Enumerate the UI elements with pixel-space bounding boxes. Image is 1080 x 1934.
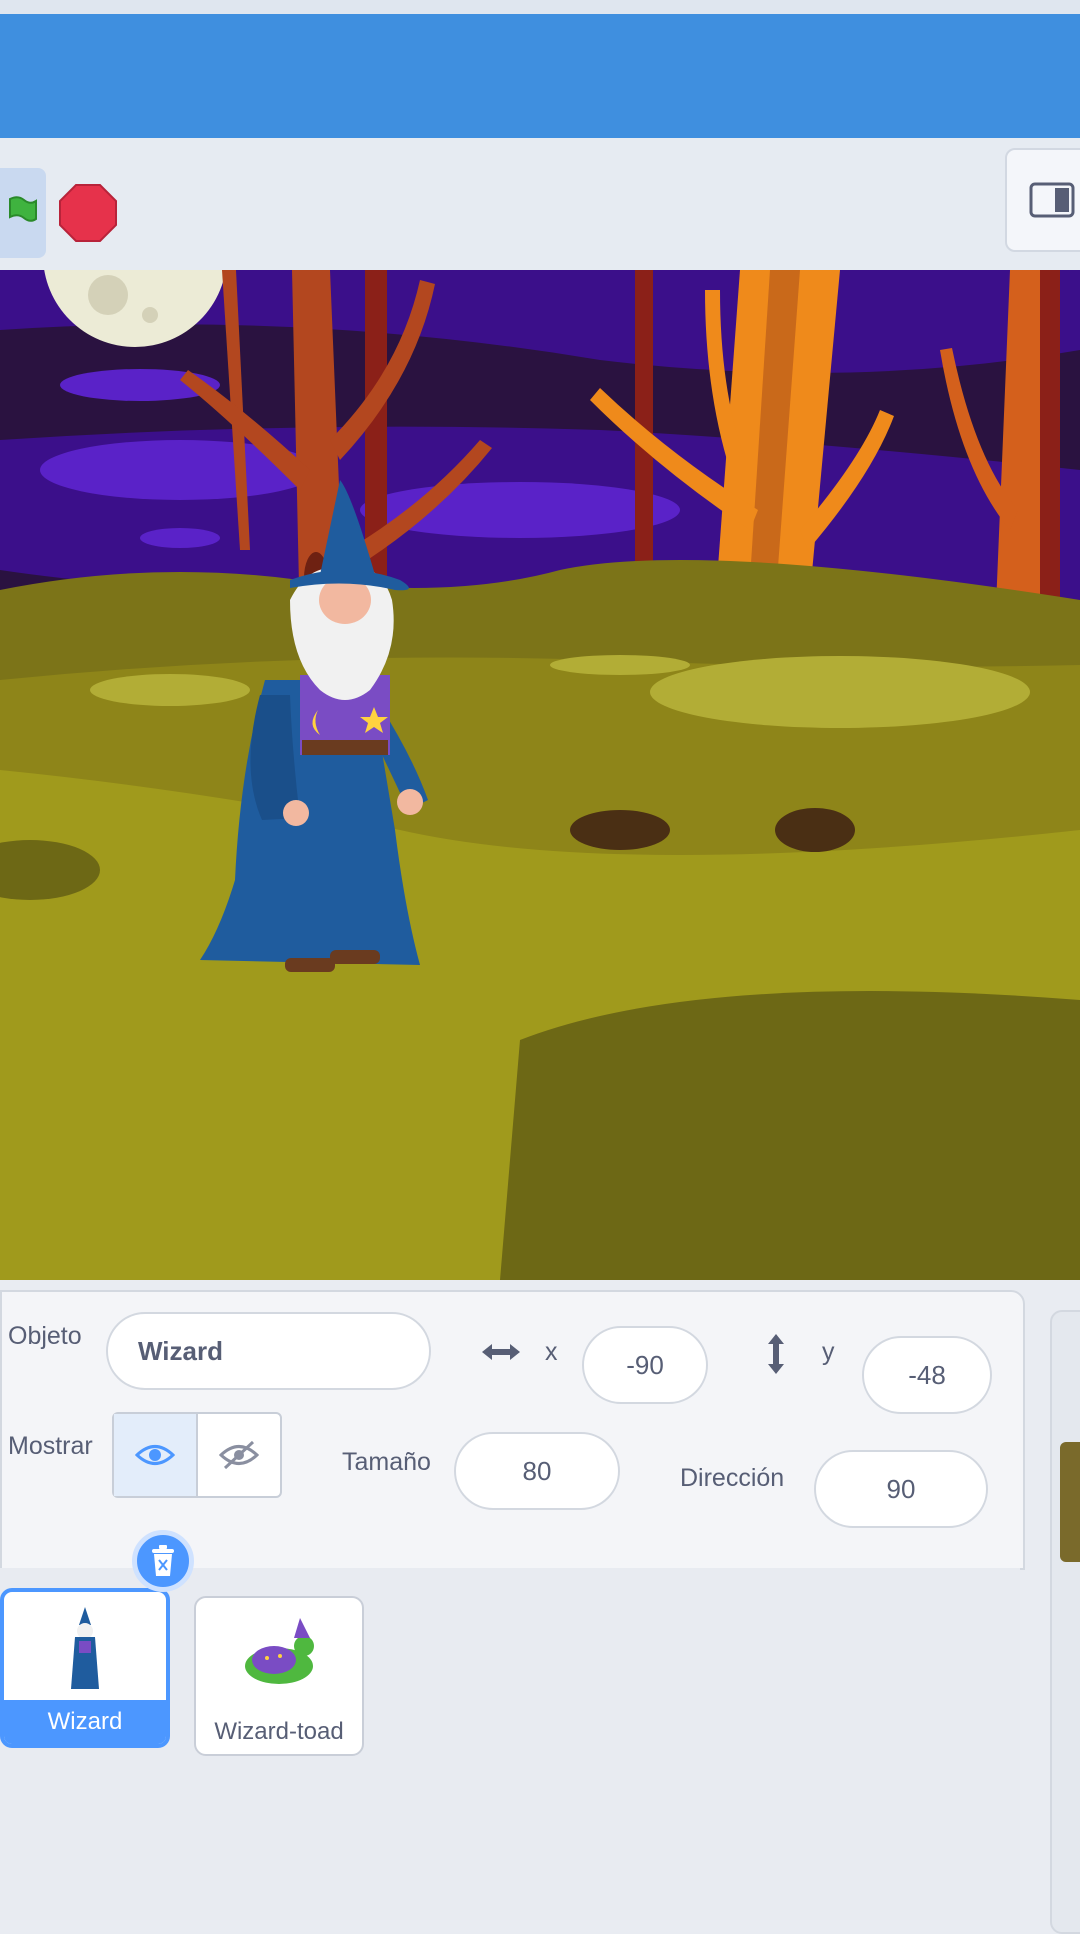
- stage-header: [0, 138, 1080, 279]
- sprite-name-field[interactable]: Wizard: [106, 1312, 431, 1390]
- show-label: Mostrar: [8, 1432, 93, 1460]
- x-label: x: [545, 1338, 558, 1366]
- sprite-name-wizard-toad: Wizard-toad: [214, 1718, 344, 1745]
- stop-button[interactable]: [58, 183, 118, 243]
- stage-canvas[interactable]: [0, 270, 1080, 1280]
- size-field[interactable]: 80: [454, 1432, 620, 1510]
- green-flag-icon: [9, 196, 37, 222]
- horizontal-arrows-icon: [482, 1344, 520, 1360]
- backdrop-thumbnail[interactable]: [1060, 1442, 1080, 1562]
- visibility-toggle: [112, 1412, 282, 1498]
- x-position-field[interactable]: -90: [582, 1326, 708, 1404]
- menu-bar: [0, 0, 1080, 150]
- sprite-label: Objeto: [8, 1322, 82, 1350]
- wizard-toad-thumbnail: [196, 1606, 362, 1706]
- vertical-arrows-icon: [768, 1334, 784, 1374]
- stage-selector-pane[interactable]: [1050, 1310, 1080, 1934]
- show-sprite-button[interactable]: [114, 1414, 198, 1496]
- forest-backdrop: [0, 270, 1080, 1280]
- direction-label: Dirección: [680, 1464, 785, 1492]
- small-stage-button[interactable]: [1005, 148, 1080, 252]
- green-flag-button[interactable]: [0, 168, 46, 258]
- eye-icon: [135, 1445, 175, 1465]
- small-stage-icon: [1029, 182, 1075, 218]
- trash-icon: [152, 1545, 174, 1576]
- y-position-field[interactable]: -48: [862, 1336, 992, 1414]
- sprite-tile-wizard[interactable]: Wizard: [0, 1588, 170, 1748]
- eye-crossed-icon: [219, 1440, 259, 1470]
- sprite-list: Wizard Wizard-toad: [0, 1568, 1020, 1920]
- browser-edge: [0, 0, 1080, 14]
- size-label: Tamaño: [342, 1448, 431, 1476]
- sprite-name-wizard: Wizard: [4, 1700, 166, 1744]
- stop-sign-icon: [59, 184, 117, 242]
- sprite-info-panel: Objeto Wizard x -90 y -48 Mostrar Tamaño…: [0, 1290, 1025, 1570]
- y-label: y: [822, 1338, 835, 1366]
- hide-sprite-button[interactable]: [198, 1414, 280, 1496]
- direction-field[interactable]: 90: [814, 1450, 988, 1528]
- delete-sprite-button[interactable]: [132, 1530, 194, 1592]
- sprite-tile-wizard-toad[interactable]: Wizard-toad: [194, 1596, 364, 1756]
- wizard-thumbnail: [4, 1600, 166, 1700]
